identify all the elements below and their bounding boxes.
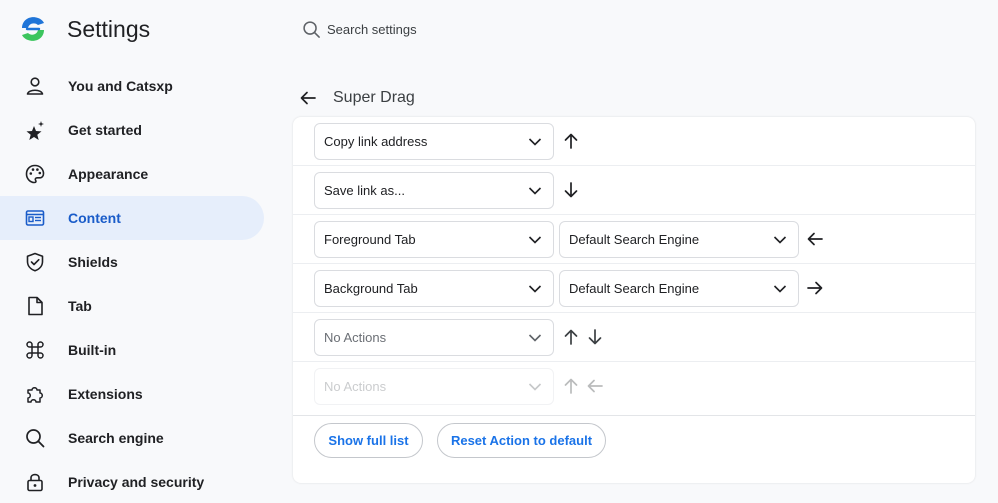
reset-action-button[interactable]: Reset Action to default [437, 423, 606, 458]
page-header: Super Drag [293, 80, 975, 116]
chevron-down-icon [773, 236, 787, 244]
engine-select-value: Default Search Engine [569, 232, 700, 247]
sidebar-item-tab[interactable]: Tab [0, 284, 264, 328]
arrow-down-icon [562, 181, 580, 199]
search-settings-input[interactable]: Search settings [302, 17, 417, 41]
action-select[interactable]: No Actions [314, 368, 554, 405]
search-icon [24, 427, 46, 449]
chevron-down-icon [528, 187, 542, 195]
sidebar-item-label: Appearance [68, 166, 149, 182]
action-select[interactable]: Foreground Tab [314, 221, 554, 258]
command-key-icon [24, 339, 46, 361]
sidebar-item-extensions[interactable]: Extensions [0, 372, 264, 416]
sidebar-item-get-started[interactable]: Get started [0, 108, 264, 152]
palette-icon [24, 163, 46, 185]
arrow-up-icon [562, 132, 580, 150]
sidebar-item-search-engine[interactable]: Search engine [0, 416, 264, 460]
gesture-row: Foreground Tab Default Search Engine [293, 215, 975, 264]
sidebar-item-label: Shields [68, 254, 118, 270]
chevron-down-icon [528, 383, 542, 391]
sidebar-item-label: Search engine [68, 430, 164, 446]
arrow-up-icon [562, 377, 580, 395]
gesture-row: Copy link address [293, 117, 975, 166]
arrow-up-icon [562, 328, 580, 346]
search-engine-select[interactable]: Default Search Engine [559, 270, 799, 307]
app-title: Settings [67, 16, 151, 42]
sidebar-item-label: You and Catsxp [68, 78, 173, 94]
search-placeholder: Search settings [327, 21, 417, 37]
action-select-value: No Actions [324, 379, 387, 394]
action-select[interactable]: Background Tab [314, 270, 554, 307]
arrow-left-icon [586, 377, 604, 395]
sidebar-item-appearance[interactable]: Appearance [0, 152, 264, 196]
gesture-row: Save link as... [293, 166, 975, 215]
chevron-down-icon [528, 138, 542, 146]
show-full-list-button[interactable]: Show full list [314, 423, 423, 458]
divider [293, 415, 975, 416]
sidebar-item-label: Privacy and security [68, 474, 205, 490]
gesture-row: No Actions [293, 313, 975, 362]
page-title: Super Drag [333, 89, 415, 106]
action-select[interactable]: No Actions [314, 319, 554, 356]
main-content: Super Drag Copy link address Save link a… [293, 80, 975, 483]
sidebar-item-label: Built-in [68, 342, 117, 358]
sidebar-item-you-and-catsxp[interactable]: You and Catsxp [0, 64, 264, 108]
action-select-value: Copy link address [324, 134, 428, 149]
chevron-down-icon [528, 285, 542, 293]
search-engine-select[interactable]: Default Search Engine [559, 221, 799, 258]
sidebar-item-label: Get started [68, 122, 142, 138]
sidebar-item-label: Tab [68, 298, 92, 314]
sidebar: You and Catsxp Get started Appearance Co… [0, 64, 270, 503]
sidebar-item-label: Content [68, 210, 121, 226]
sidebar-item-shields[interactable]: Shields [0, 240, 264, 284]
sidebar-item-label: Extensions [68, 386, 143, 402]
arrow-down-icon [586, 328, 604, 346]
super-drag-card: Copy link address Save link as... Foregr… [293, 117, 975, 483]
sparkle-star-icon [24, 119, 46, 141]
back-button[interactable] [293, 83, 323, 113]
arrow-left-icon [300, 91, 316, 105]
gesture-row: Background Tab Default Search Engine [293, 264, 975, 313]
action-select[interactable]: Copy link address [314, 123, 554, 160]
action-select-value: Background Tab [324, 281, 418, 296]
shield-icon [24, 251, 46, 273]
arrow-left-icon [806, 230, 824, 248]
chevron-down-icon [528, 334, 542, 342]
engine-select-value: Default Search Engine [569, 281, 700, 296]
header: Settings Search settings [0, 0, 998, 60]
puzzle-piece-icon [24, 383, 46, 405]
tab-page-icon [24, 295, 46, 317]
person-icon [24, 75, 46, 97]
action-select-value: No Actions [324, 330, 387, 345]
sidebar-item-privacy-and-security[interactable]: Privacy and security [0, 460, 264, 503]
chevron-down-icon [773, 285, 787, 293]
lock-icon [24, 471, 46, 493]
action-select[interactable]: Save link as... [314, 172, 554, 209]
content-layout-icon [24, 207, 46, 229]
search-icon [303, 20, 320, 38]
chevron-down-icon [528, 236, 542, 244]
action-select-value: Save link as... [324, 183, 405, 198]
gesture-list: Copy link address Save link as... Foregr… [293, 117, 975, 415]
gesture-row: No Actions [293, 362, 975, 411]
app-logo-icon [22, 17, 44, 41]
sidebar-item-built-in[interactable]: Built-in [0, 328, 264, 372]
action-select-value: Foreground Tab [324, 232, 416, 247]
arrow-right-icon [806, 279, 824, 297]
sidebar-item-content[interactable]: Content [0, 196, 264, 240]
